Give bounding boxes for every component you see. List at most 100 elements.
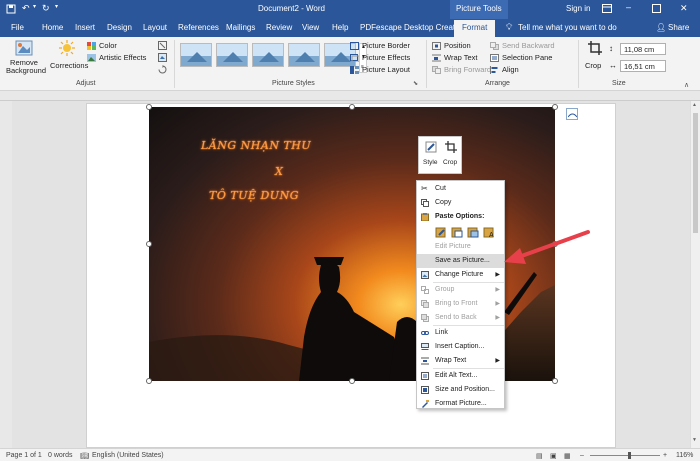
close-icon[interactable]: ✕: [680, 3, 688, 14]
align-button[interactable]: Align: [490, 65, 570, 76]
menu-item-edit-picture[interactable]: Edit Picture: [417, 240, 504, 254]
proofing-icon[interactable]: 📖︎: [80, 452, 89, 460]
tab-design[interactable]: Design: [107, 23, 132, 32]
resize-handle-w[interactable]: [146, 241, 152, 247]
picture-layout-button[interactable]: Picture Layout: [350, 65, 428, 76]
width-field[interactable]: 16,51 cm: [620, 60, 666, 72]
zoom-slider-thumb[interactable]: [628, 452, 631, 459]
corrections-button[interactable]: Corrections: [50, 40, 88, 78]
compress-pictures-icon[interactable]: [158, 41, 168, 51]
signin-link[interactable]: Sign in: [566, 4, 590, 13]
menu-item-bring-to-front[interactable]: Bring to Front ▶: [417, 297, 504, 311]
tab-format[interactable]: Format: [454, 20, 496, 37]
scroll-down-icon[interactable]: ▼: [692, 437, 697, 443]
bring-forward-button[interactable]: Bring Forward: [432, 65, 492, 76]
tell-me-box[interactable]: Tell me what you want to do: [518, 23, 617, 32]
paste-text-only-icon[interactable]: A: [483, 226, 495, 238]
picture-style-1[interactable]: [180, 43, 212, 67]
layout-options-button[interactable]: [566, 108, 578, 120]
tab-view[interactable]: View: [302, 23, 319, 32]
paste-icon: [421, 213, 429, 221]
resize-handle-se[interactable]: [552, 378, 558, 384]
menu-item-copy[interactable]: Copy: [417, 196, 504, 210]
menu-label: Format Picture...: [435, 400, 487, 407]
zoom-level[interactable]: 116%: [676, 452, 693, 459]
maximize-icon[interactable]: [652, 4, 661, 15]
menu-item-save-as-picture[interactable]: Save as Picture...: [417, 254, 504, 268]
color-button[interactable]: Color: [87, 41, 157, 52]
zoom-out-icon[interactable]: –: [580, 452, 584, 459]
collapse-ribbon-icon[interactable]: ∧: [684, 81, 689, 89]
resize-handle-nw[interactable]: [146, 104, 152, 110]
position-button[interactable]: Position: [432, 41, 492, 52]
resize-handle-sw[interactable]: [146, 378, 152, 384]
menu-item-change-picture[interactable]: Change Picture ▶: [417, 268, 504, 282]
tab-insert[interactable]: Insert: [75, 23, 95, 32]
tab-layout[interactable]: Layout: [143, 23, 167, 32]
paste-keep-source-icon[interactable]: [435, 226, 447, 238]
paste-merge-icon[interactable]: [451, 226, 463, 238]
language-indicator[interactable]: English (United States): [92, 452, 164, 459]
undo-dropdown-icon[interactable]: ▾: [33, 3, 36, 10]
ribbon-display-icon[interactable]: [602, 4, 612, 15]
undo-icon[interactable]: ↶: [22, 3, 30, 14]
width-icon: ↔: [609, 61, 617, 70]
word-count[interactable]: 0 words: [48, 452, 73, 459]
mini-crop-button[interactable]: Crop: [441, 139, 461, 173]
tab-help[interactable]: Help: [332, 23, 348, 32]
paste-picture-icon[interactable]: [467, 226, 479, 238]
menu-item-format-picture[interactable]: Format Picture...: [417, 397, 504, 409]
minimize-icon[interactable]: –: [626, 2, 631, 12]
tab-references[interactable]: References: [178, 23, 219, 32]
paste-option-row: A: [435, 225, 501, 239]
menu-item-wrap-text[interactable]: Wrap Text ▶: [417, 354, 504, 368]
style-button[interactable]: Style: [421, 139, 441, 173]
menu-item-size-and-position[interactable]: Size and Position...: [417, 383, 504, 397]
picture-style-4[interactable]: [288, 43, 320, 67]
menu-item-insert-caption[interactable]: Insert Caption...: [417, 340, 504, 354]
redo-icon[interactable]: ↻: [42, 3, 50, 14]
menu-item-send-to-back[interactable]: Send to Back ▶: [417, 311, 504, 325]
send-backward-button[interactable]: Send Backward: [490, 41, 570, 52]
wrap-text-button[interactable]: Wrap Text: [432, 53, 492, 64]
artistic-effects-button[interactable]: Artistic Effects: [87, 53, 157, 64]
change-picture-icon[interactable]: [158, 53, 168, 63]
tab-pdfescape[interactable]: PDFescape Desktop Creator: [360, 23, 462, 32]
selection-pane-button[interactable]: Selection Pane: [490, 53, 570, 64]
save-icon[interactable]: [6, 4, 16, 16]
resize-handle-n[interactable]: [349, 104, 355, 110]
customize-qat-icon[interactable]: ▾: [55, 3, 58, 10]
menu-item-edit-alt-text[interactable]: Edit Alt Text...: [417, 369, 504, 383]
share-button[interactable]: Share: [668, 23, 689, 32]
reset-picture-icon[interactable]: [158, 65, 168, 75]
menu-item-link[interactable]: Link: [417, 326, 504, 340]
zoom-slider[interactable]: [590, 455, 660, 456]
tab-mailings[interactable]: Mailings: [226, 23, 255, 32]
share-icon[interactable]: 👤︎: [656, 23, 666, 32]
zoom-in-icon[interactable]: +: [663, 452, 667, 459]
resize-handle-s[interactable]: [349, 378, 355, 384]
tab-file[interactable]: File: [11, 23, 24, 32]
read-mode-icon[interactable]: ▤: [536, 452, 543, 460]
picture-effects-button[interactable]: Picture Effects: [350, 53, 428, 64]
web-layout-icon[interactable]: ▦: [564, 452, 571, 460]
remove-background-button[interactable]: Remove Background: [6, 40, 46, 78]
menu-item-cut[interactable]: ✂ Cut: [417, 182, 504, 196]
picture-style-3[interactable]: [252, 43, 284, 67]
height-field[interactable]: 11,08 cm: [620, 43, 666, 55]
resize-handle-ne[interactable]: [552, 104, 558, 110]
vertical-scrollbar[interactable]: ▲ ▼: [690, 101, 700, 448]
scroll-up-icon[interactable]: ▲: [692, 102, 697, 108]
menu-item-group[interactable]: Group ▶: [417, 283, 504, 297]
crop-button[interactable]: Crop: [584, 40, 606, 78]
dialog-launcher-icon[interactable]: ⬊: [413, 80, 418, 87]
mini-toolbar: Style Crop: [418, 136, 462, 174]
tab-home[interactable]: Home: [42, 23, 63, 32]
print-layout-icon[interactable]: ▣: [550, 452, 557, 460]
tab-review[interactable]: Review: [266, 23, 292, 32]
scroll-thumb[interactable]: [693, 113, 698, 233]
page-count[interactable]: Page 1 of 1: [6, 452, 42, 459]
picture-border-button[interactable]: Picture Border: [350, 41, 428, 52]
picture-style-2[interactable]: [216, 43, 248, 67]
wrap-text-icon: [421, 357, 429, 365]
